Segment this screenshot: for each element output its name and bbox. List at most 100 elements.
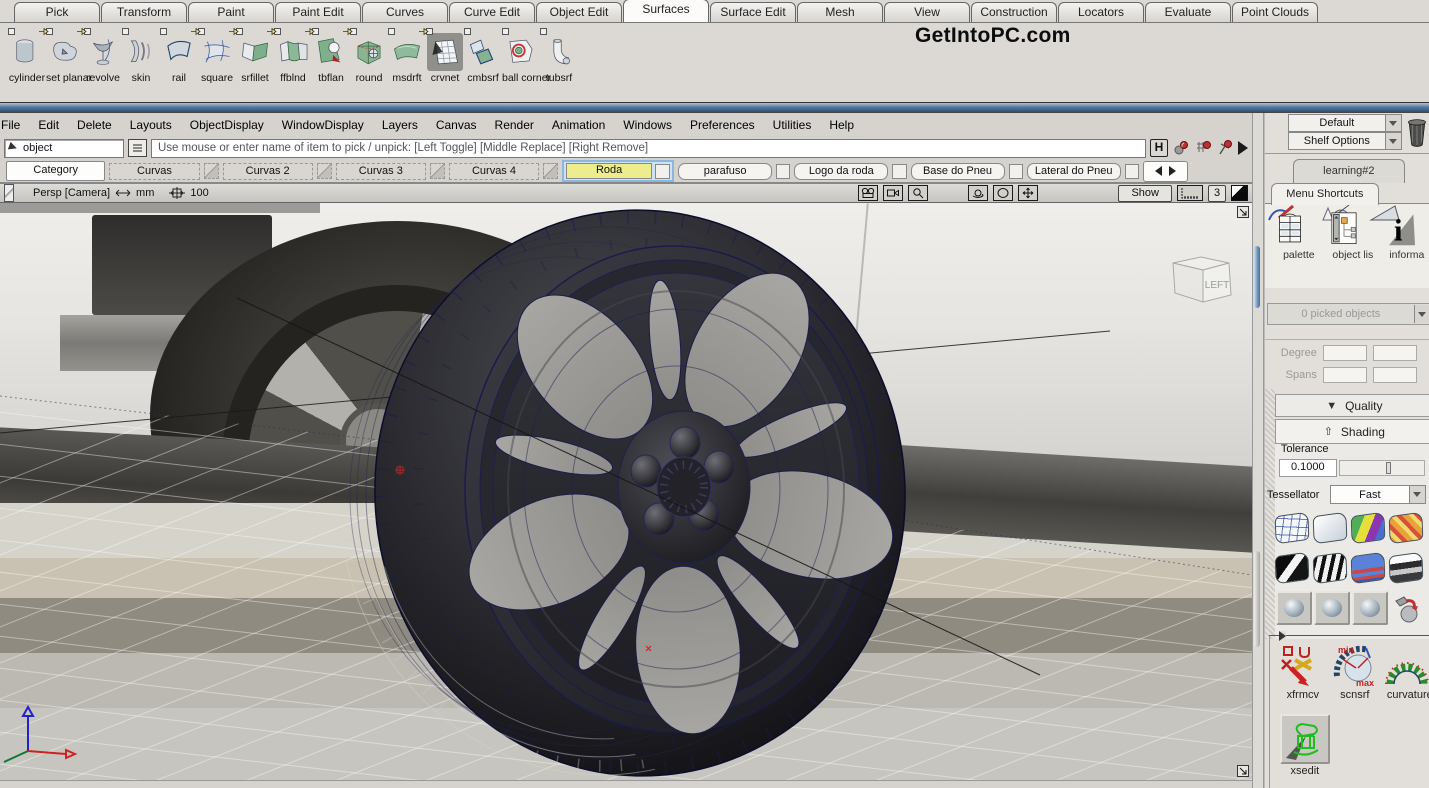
slider-handle[interactable] (1386, 462, 1391, 474)
prompt-input[interactable]: Use mouse or enter name of item to pick … (151, 139, 1146, 158)
dropdown-arrow-icon[interactable] (1414, 305, 1429, 323)
env-sphere-2-button[interactable] (1314, 591, 1350, 625)
viewport-canvas[interactable]: LEFT (0, 203, 1252, 780)
lens-icon[interactable] (993, 185, 1013, 201)
option-box[interactable] (160, 28, 167, 35)
layer-scroll-right-icon[interactable] (1169, 166, 1176, 176)
layer-symmetry-icon[interactable] (204, 163, 219, 179)
scrollbar-handle[interactable] (1254, 246, 1260, 308)
promptline-history-icon[interactable] (128, 139, 147, 157)
picked-objects-dropdown[interactable]: 0 picked objects (1267, 303, 1429, 325)
viewport-corner-icon[interactable] (4, 184, 14, 202)
option-box[interactable] (502, 28, 509, 35)
shelf-tab-surface-edit[interactable]: Surface Edit (710, 2, 796, 22)
tool-cmbsrf[interactable]: cmbsrf (464, 28, 502, 98)
layer-curvas-4[interactable]: Curvas 4 (449, 163, 539, 180)
shelf-tab-evaluate[interactable]: Evaluate (1145, 2, 1231, 22)
layer-curvas[interactable]: Curvas (109, 163, 199, 180)
env-sphere-1-button[interactable] (1276, 591, 1312, 625)
layer-symmetry-icon[interactable] (543, 163, 558, 179)
grid-snap-icon[interactable] (1172, 139, 1190, 157)
shelf-tab-pick[interactable]: Pick (14, 2, 100, 22)
tab-learning-shelf[interactable]: learning#2 (1293, 159, 1405, 183)
menu-delete[interactable]: Delete (68, 118, 121, 132)
menu-windows[interactable]: Windows (614, 118, 681, 132)
tool-revolve[interactable]: revolve (84, 28, 122, 98)
tool-round[interactable]: round (350, 28, 388, 98)
dropdown-arrow-icon[interactable] (1409, 486, 1425, 503)
shelf-tab-paint[interactable]: Paint (188, 2, 274, 22)
tool-ball-corner[interactable]: ball corner (502, 28, 540, 98)
promptline-expand-icon[interactable] (1238, 141, 1248, 155)
shelf-tab-locators[interactable]: Locators (1058, 2, 1144, 22)
shade-mode-patch-button[interactable] (1389, 511, 1423, 545)
tool-scnsrf[interactable]: minmax scnsrf (1330, 644, 1380, 701)
layer-curvas-2[interactable]: Curvas 2 (223, 163, 313, 180)
shelf-tab-curves[interactable]: Curves (362, 2, 448, 22)
tool-square[interactable]: square (198, 28, 236, 98)
scrollbar-handle[interactable] (1254, 551, 1260, 647)
shelf-tab-transform[interactable]: Transform (101, 2, 187, 22)
shade-mode-chrome-button[interactable] (1389, 551, 1423, 585)
palette-shortcut[interactable]: palette (1273, 210, 1325, 261)
shade-mode-highlight-button[interactable] (1351, 551, 1385, 585)
category-button[interactable]: Category (6, 161, 105, 181)
layer-toggle-box[interactable] (1009, 164, 1023, 179)
option-box[interactable] (122, 28, 129, 35)
option-box[interactable] (8, 28, 15, 35)
layer-symmetry-icon[interactable] (430, 163, 445, 179)
view-cube[interactable]: LEFT (1165, 249, 1237, 305)
layer-parafuso[interactable]: parafuso (678, 163, 772, 180)
shade-mode-curvature-button[interactable] (1275, 551, 1309, 585)
shelf-preset-dropdown[interactable]: Default (1288, 114, 1402, 132)
menu-animation[interactable]: Animation (543, 118, 614, 132)
layer-toggle-box[interactable] (1125, 164, 1139, 179)
information-shortcut[interactable]: i informa (1381, 210, 1429, 261)
shade-mode-zebra-button[interactable] (1313, 551, 1347, 585)
zoom-box-icon[interactable] (908, 185, 928, 201)
shelf-tab-view[interactable]: View (884, 2, 970, 22)
tool-skin[interactable]: skin (122, 28, 160, 98)
menu-layouts[interactable]: Layouts (121, 118, 181, 132)
tab-menu-shortcuts[interactable]: Menu Shortcuts (1271, 183, 1379, 205)
menu-objectdisplay[interactable]: ObjectDisplay (181, 118, 273, 132)
degree-field-v[interactable] (1373, 345, 1417, 361)
trash-icon[interactable] (1403, 115, 1429, 153)
shelf-tab-point-clouds[interactable]: Point Clouds (1232, 2, 1318, 22)
shelf-tab-paint-edit[interactable]: Paint Edit (275, 2, 361, 22)
layer-count-button[interactable]: 3 (1208, 185, 1226, 202)
tool-crvnet[interactable]: crvnet (426, 28, 464, 98)
tessellator-dropdown[interactable]: Fast (1330, 485, 1426, 504)
tolerance-slider[interactable] (1339, 460, 1425, 476)
option-box[interactable] (388, 28, 395, 35)
shade-mode-flat-button[interactable] (1313, 511, 1347, 545)
point-snap-icon[interactable] (1216, 139, 1234, 157)
dropdown-arrow-icon[interactable] (1385, 133, 1401, 149)
env-sphere-3-button[interactable] (1352, 591, 1388, 625)
tool-tbflan[interactable]: tbflan (312, 28, 350, 98)
tool-curvature[interactable]: curvature (1384, 644, 1429, 701)
menu-windowdisplay[interactable]: WindowDisplay (273, 118, 373, 132)
dropdown-arrow-icon[interactable] (1385, 115, 1401, 131)
layer-lateral-do-pneu[interactable]: Lateral do Pneu (1027, 163, 1121, 180)
shelf-tab-mesh[interactable]: Mesh (797, 2, 883, 22)
tool-tubsrf[interactable]: tubsrf (540, 28, 578, 98)
movie-camera-icon[interactable] (858, 185, 878, 201)
menu-render[interactable]: Render (486, 118, 543, 132)
quality-section-header[interactable]: ▼ Quality (1275, 394, 1429, 417)
shelf-tab-construction[interactable]: Construction (971, 2, 1057, 22)
pick-filter-dropdown[interactable]: object (4, 139, 124, 158)
layer-curvas-3[interactable]: Curvas 3 (336, 163, 426, 180)
menu-canvas[interactable]: Canvas (427, 118, 486, 132)
shade-toggle-icon[interactable] (1231, 185, 1248, 201)
tool-rail[interactable]: rail (160, 28, 198, 98)
degree-field-u[interactable] (1323, 345, 1367, 361)
paint-sphere-button[interactable] (1390, 591, 1424, 625)
tumble-icon[interactable] (968, 185, 988, 201)
layer-toggle-box[interactable] (655, 164, 670, 179)
wheel-model[interactable] (319, 203, 924, 780)
shade-mode-multicolor-button[interactable] (1351, 511, 1385, 545)
tool-xfrmcv[interactable]: xfrmcv (1278, 644, 1328, 701)
viewport-resize-icon[interactable] (1237, 765, 1249, 777)
shade-mode-wireframe-button[interactable] (1275, 511, 1309, 545)
